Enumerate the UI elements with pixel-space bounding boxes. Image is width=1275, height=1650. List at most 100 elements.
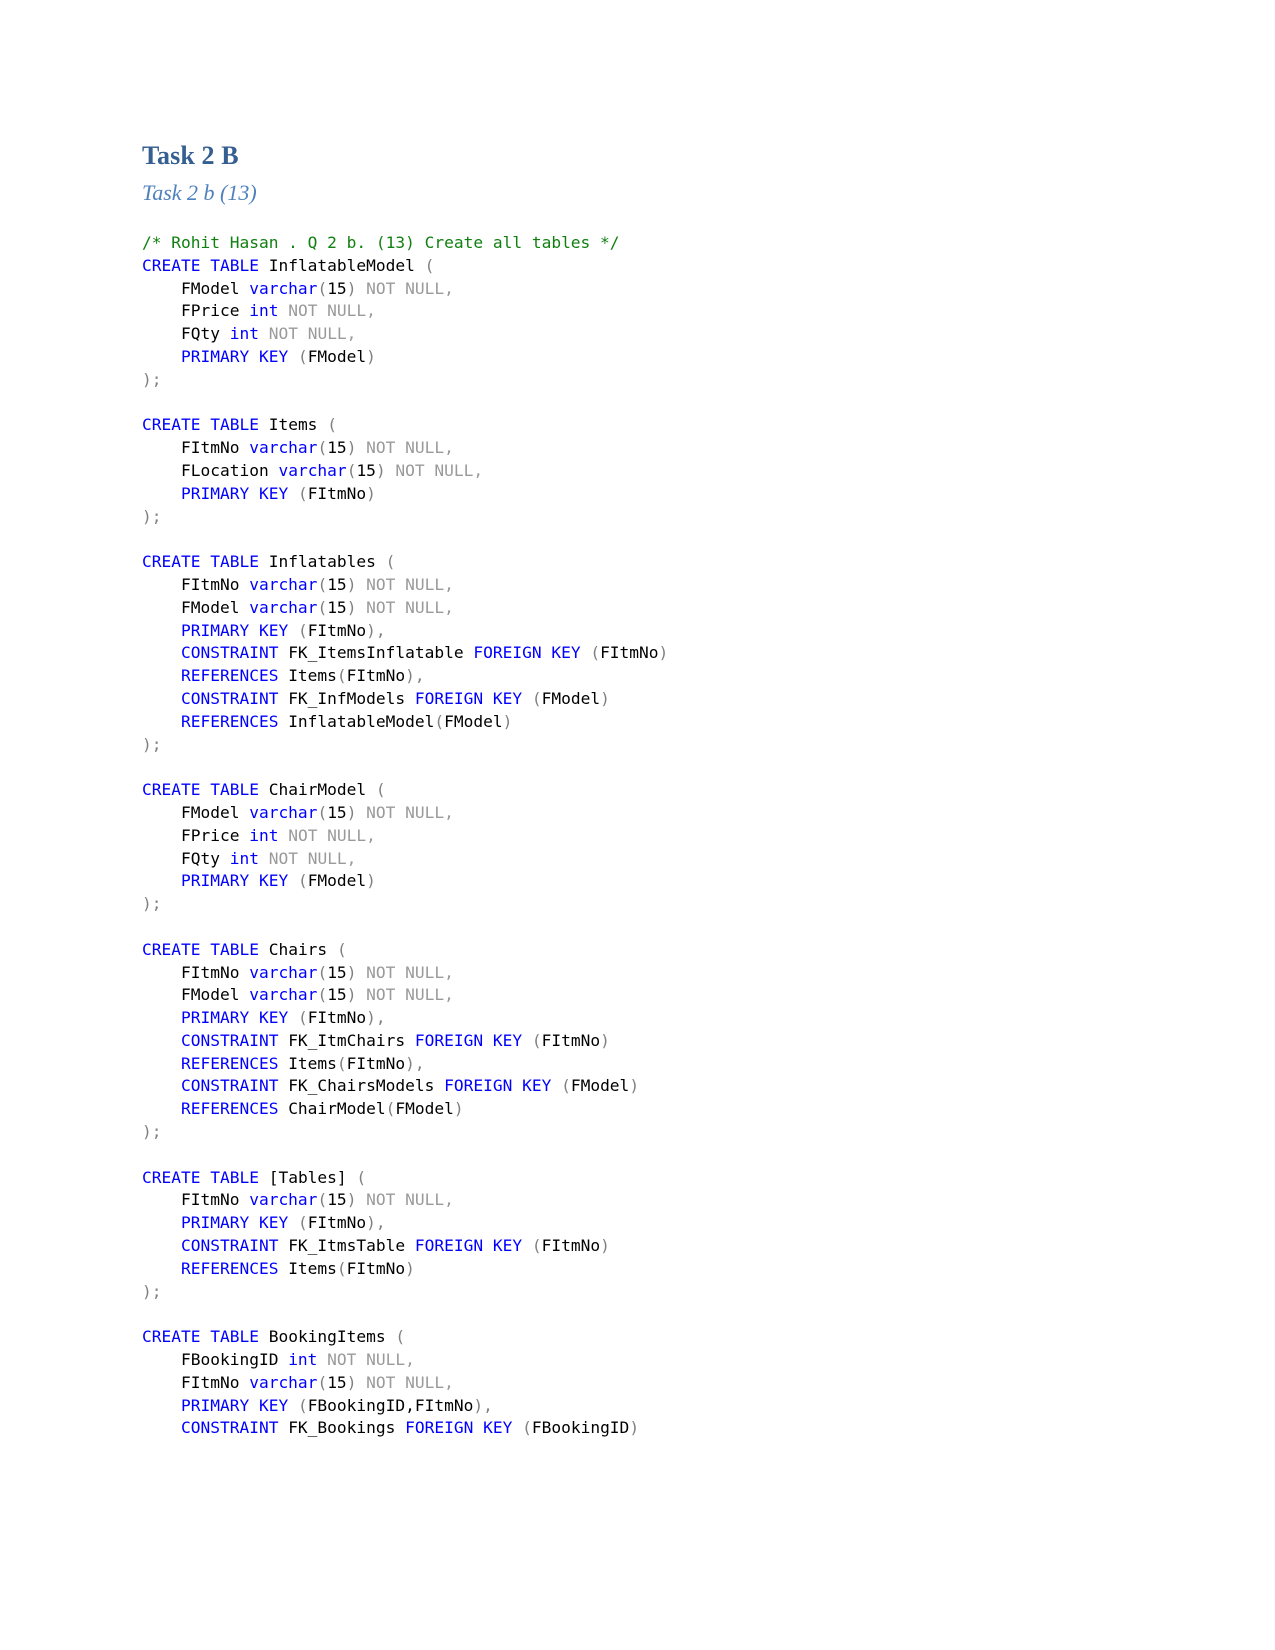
code-token-id: FK_Bookings bbox=[288, 1418, 406, 1438]
code-line: REFERENCES Items(FItmNo), bbox=[142, 1053, 1142, 1076]
code-token-kw: varchar bbox=[249, 1190, 318, 1210]
code-token-kw: PRIMARY KEY bbox=[142, 346, 298, 366]
code-token-id: FModel bbox=[395, 1099, 454, 1119]
code-token-gray: NOT NULL, bbox=[356, 597, 454, 617]
code-token-kw: varchar bbox=[249, 278, 318, 298]
code-token-punc: ( bbox=[317, 278, 328, 298]
code-token-punc: ); bbox=[142, 1122, 162, 1142]
code-line: FQty int NOT NULL, bbox=[142, 848, 1142, 871]
code-line: CREATE TABLE Inflatables ( bbox=[142, 551, 1142, 574]
code-token-id: FModel bbox=[570, 1076, 630, 1096]
code-token-kw: varchar bbox=[249, 962, 318, 982]
code-token-kw: PRIMARY KEY bbox=[142, 1008, 298, 1028]
code-token-kw: varchar bbox=[249, 985, 318, 1005]
code-token-gray: NOT NULL, bbox=[278, 825, 376, 845]
code-token-punc: ( bbox=[336, 1053, 347, 1073]
code-token-punc: ); bbox=[142, 734, 162, 754]
code-token-punc: ( bbox=[395, 1327, 406, 1347]
code-line: CONSTRAINT FK_ChairsModels FOREIGN KEY (… bbox=[142, 1075, 1142, 1098]
code-token-kw: int bbox=[229, 324, 259, 344]
code-token-kw: CREATE TABLE bbox=[142, 415, 269, 435]
code-line: CREATE TABLE ChairModel ( bbox=[142, 779, 1142, 802]
code-line: PRIMARY KEY (FItmNo), bbox=[142, 1007, 1142, 1030]
code-token-punc: ) bbox=[366, 346, 376, 366]
code-token-num: 15 bbox=[327, 1190, 347, 1210]
code-token-id: FK_ItmsTable bbox=[288, 1236, 415, 1256]
code-token-num: 15 bbox=[356, 460, 376, 480]
code-token-kw: CONSTRAINT bbox=[142, 688, 289, 708]
code-token-punc: ( bbox=[297, 871, 308, 891]
code-token-id: FK_ItmChairs bbox=[288, 1030, 415, 1050]
sql-code-block: /* Rohit Hasan . Q 2 b. (13) Create all … bbox=[142, 232, 1142, 1440]
code-token-kw: varchar bbox=[249, 597, 318, 617]
code-token-punc: ( bbox=[531, 1236, 542, 1256]
code-token-kw: FOREIGN KEY bbox=[414, 1030, 532, 1050]
code-line: ); bbox=[142, 734, 1142, 757]
code-token-punc: ) bbox=[405, 1258, 415, 1278]
code-token-id: FModel bbox=[307, 871, 367, 891]
code-line: CREATE TABLE InflatableModel ( bbox=[142, 255, 1142, 278]
code-token-id: FItmNo bbox=[307, 483, 367, 503]
code-token-id: FModel bbox=[142, 802, 250, 822]
code-line: ); bbox=[142, 1281, 1142, 1304]
code-token-punc: ( bbox=[297, 1395, 308, 1415]
code-line: FItmNo varchar(15) NOT NULL, bbox=[142, 962, 1142, 985]
code-token-punc: ), bbox=[366, 620, 386, 640]
code-token-num: 15 bbox=[327, 1372, 347, 1392]
code-token-kw: PRIMARY KEY bbox=[142, 620, 298, 640]
code-token-kw: int bbox=[249, 825, 279, 845]
code-token-punc: ); bbox=[142, 1281, 162, 1301]
code-token-kw: FOREIGN KEY bbox=[414, 688, 532, 708]
code-token-id: FItmNo bbox=[307, 1008, 367, 1028]
code-token-id: FK_InfModels bbox=[288, 688, 415, 708]
code-token-punc: ), bbox=[366, 1213, 386, 1233]
code-token-kw: FOREIGN KEY bbox=[414, 1236, 532, 1256]
code-token-gray: NOT NULL, bbox=[356, 1190, 454, 1210]
code-line: CREATE TABLE Chairs ( bbox=[142, 939, 1142, 962]
code-token-kw: varchar bbox=[278, 460, 347, 480]
code-token-punc: ( bbox=[336, 1258, 347, 1278]
code-token-punc: ) bbox=[366, 871, 376, 891]
code-token-punc: ) bbox=[629, 1418, 640, 1438]
code-line: REFERENCES Items(FItmNo) bbox=[142, 1258, 1142, 1281]
code-token-kw: REFERENCES bbox=[142, 1099, 289, 1119]
code-token-id: FK_ItemsInflatable bbox=[288, 643, 474, 663]
code-token-id: FItmNo bbox=[346, 666, 406, 686]
code-token-id: FK_ChairsModels bbox=[288, 1076, 445, 1096]
code-token-id: FItmNo bbox=[142, 438, 250, 458]
code-token-punc: ) bbox=[346, 597, 357, 617]
code-token-punc: ( bbox=[297, 1213, 308, 1233]
code-token-id: Chairs bbox=[268, 939, 337, 959]
code-token-kw: CREATE TABLE bbox=[142, 939, 269, 959]
code-token-kw: FOREIGN KEY bbox=[405, 1418, 523, 1438]
code-token-kw: CONSTRAINT bbox=[142, 1076, 289, 1096]
code-token-punc: ) bbox=[375, 460, 386, 480]
code-token-id: FQty bbox=[142, 324, 230, 344]
code-token-id: FBookingID,FItmNo bbox=[307, 1395, 474, 1415]
code-token-punc: ( bbox=[356, 1167, 367, 1187]
code-token-kw: PRIMARY KEY bbox=[142, 1213, 298, 1233]
code-token-id: FPrice bbox=[142, 301, 250, 321]
code-token-punc: ( bbox=[385, 552, 396, 572]
code-line: FPrice int NOT NULL, bbox=[142, 300, 1142, 323]
code-token-punc: ( bbox=[297, 483, 308, 503]
code-token-punc: ), bbox=[366, 1008, 386, 1028]
code-token-id: FItmNo bbox=[142, 1372, 250, 1392]
code-token-id: FQty bbox=[142, 848, 230, 868]
code-token-id: FItmNo bbox=[346, 1053, 406, 1073]
code-line: FModel varchar(15) NOT NULL, bbox=[142, 597, 1142, 620]
code-token-kw: int bbox=[229, 848, 259, 868]
code-line: CREATE TABLE Items ( bbox=[142, 414, 1142, 437]
code-token-id: FLocation bbox=[142, 460, 279, 480]
code-token-punc: ( bbox=[424, 255, 435, 275]
code-token-punc: ( bbox=[297, 346, 308, 366]
code-token-id: FModel bbox=[142, 597, 250, 617]
code-line: FItmNo varchar(15) NOT NULL, bbox=[142, 1372, 1142, 1395]
code-token-kw: REFERENCES bbox=[142, 666, 289, 686]
code-token-punc: ) bbox=[600, 688, 610, 708]
code-token-id: Items bbox=[288, 1258, 337, 1278]
code-token-kw: varchar bbox=[249, 1372, 318, 1392]
code-token-punc: ( bbox=[385, 1099, 396, 1119]
